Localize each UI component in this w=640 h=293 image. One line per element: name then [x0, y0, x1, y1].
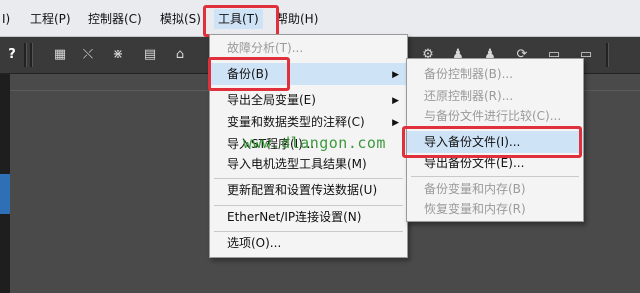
submenu-arrow-icon: ▶ — [392, 70, 399, 80]
menu-item-help[interactable]: 帮助(H) — [276, 10, 318, 28]
submenu-backup-vars[interactable]: 备份变量和内存(B) — [407, 178, 583, 200]
submenu-compare-backup[interactable]: 与备份文件进行比较(C)... — [407, 105, 583, 127]
tool-icon[interactable]: ⌂ — [172, 47, 188, 63]
menu-separator — [411, 176, 579, 177]
toolbar-separator — [24, 43, 27, 67]
menu-backup[interactable]: 备份(B) — [210, 63, 407, 85]
network-icon[interactable]: ⋇ — [110, 47, 126, 63]
left-panel-selection — [0, 174, 10, 214]
submenu-restore-controller[interactable]: 还原控制器(R)... — [407, 85, 583, 107]
left-panel-strip — [0, 74, 10, 293]
menu-item-simulate[interactable]: 模拟(S) — [160, 10, 201, 28]
window-icon[interactable]: ▦ — [52, 47, 68, 63]
backup-submenu: 备份控制器(B)... 还原控制器(R)... 与备份文件进行比较(C)... … — [406, 58, 584, 222]
menu-ethernet-ip[interactable]: EtherNet/IP连接设置(N) — [210, 206, 407, 228]
menu-item-i[interactable]: I) — [2, 10, 10, 28]
submenu-restore-vars[interactable]: 恢复变量和内存(R) — [407, 198, 583, 220]
menu-item-tools[interactable]: 工具(T) — [214, 9, 263, 29]
submenu-arrow-icon: ▶ — [392, 118, 399, 128]
menu-import-motor[interactable]: 导入电机选型工具结果(M) — [210, 153, 407, 175]
menu-item-controller[interactable]: 控制器(C) — [88, 10, 142, 28]
submenu-import-backup[interactable]: 导入备份文件(I)... — [407, 131, 583, 153]
menu-var-comments[interactable]: 变量和数据类型的注释(C) — [210, 111, 407, 133]
menu-item-project[interactable]: 工程(P) — [30, 10, 71, 28]
submenu-export-backup[interactable]: 导出备份文件(E)... — [407, 152, 583, 174]
chart-icon[interactable]: ▤ — [142, 47, 158, 63]
submenu-backup-controller[interactable]: 备份控制器(B)... — [407, 63, 583, 85]
toolbar-separator — [30, 43, 33, 67]
menu-export-global-vars[interactable]: 导出全局变量(E) — [210, 89, 407, 111]
submenu-arrow-icon: ▶ — [392, 96, 399, 106]
watermark-text: www.dlangon.com — [243, 134, 386, 152]
menu-bar: I) 工程(P) 控制器(C) 模拟(S) 工具(T) 帮助(H) — [0, 0, 640, 37]
pointer-icon[interactable]: ⤬ — [80, 47, 96, 63]
menu-backup-label: 备份(B) — [227, 67, 269, 81]
menu-separator — [411, 128, 579, 129]
help-icon[interactable]: ? — [4, 47, 20, 63]
menu-fault-analysis[interactable]: 故障分析(T)... — [210, 37, 407, 59]
menu-options[interactable]: 选项(O)... — [210, 232, 407, 254]
menu-update-config[interactable]: 更新配置和设置传送数据(U) — [210, 179, 407, 201]
toolbar-separator — [606, 43, 609, 67]
